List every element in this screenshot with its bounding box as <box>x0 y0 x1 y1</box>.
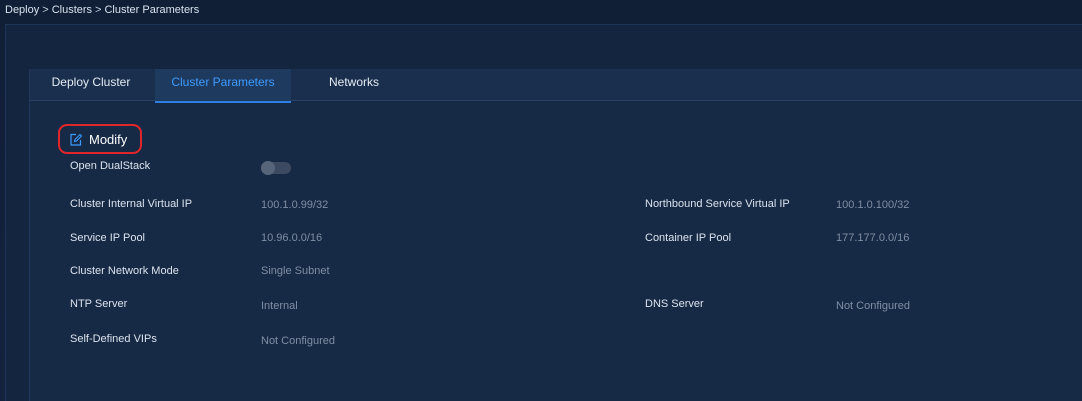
service-ip-pool-value: 10.96.0.0/16 <box>261 232 323 244</box>
northbound-vip-label: Northbound Service Virtual IP <box>645 198 790 210</box>
container-ip-pool-value: 177.177.0.0/16 <box>836 232 910 244</box>
cluster-panel: Deploy Cluster Cluster Parameters Networ… <box>29 69 1082 401</box>
self-defined-vips-value: Not Configured <box>261 335 335 347</box>
modify-button-label: Modify <box>89 132 128 147</box>
open-dualstack-toggle[interactable] <box>261 161 291 175</box>
service-ip-pool-label: Service IP Pool <box>70 232 146 244</box>
modify-button[interactable]: Modify <box>58 124 142 154</box>
open-dualstack-label: Open DualStack <box>70 160 151 172</box>
breadcrumb-separator: > <box>42 4 49 16</box>
dns-server-label: DNS Server <box>645 298 704 310</box>
tab-cluster-parameters[interactable]: Cluster Parameters <box>155 69 291 103</box>
breadcrumb-item-cluster-parameters: Cluster Parameters <box>104 4 200 16</box>
network-mode-value: Single Subnet <box>261 265 330 277</box>
breadcrumb-item-deploy[interactable]: Deploy <box>5 4 39 16</box>
tab-networks[interactable]: Networks <box>314 69 394 100</box>
page: Deploy > Clusters > Cluster Parameters Deplo… <box>0 0 1082 401</box>
northbound-vip-value: 100.1.0.100/32 <box>836 199 910 211</box>
container-ip-pool-label: Container IP Pool <box>645 232 732 244</box>
cluster-internal-vip-label: Cluster Internal Virtual IP <box>70 198 193 210</box>
ntp-server-value: Internal <box>261 300 298 312</box>
breadcrumb-separator: > <box>95 4 102 16</box>
tab-deploy-cluster[interactable]: Deploy Cluster <box>42 69 140 100</box>
dns-server-value: Not Configured <box>836 300 910 312</box>
ntp-server-label: NTP Server <box>70 298 128 310</box>
cluster-internal-vip-value: 100.1.0.99/32 <box>261 199 329 211</box>
network-mode-label: Cluster Network Mode <box>70 265 179 277</box>
breadcrumb-item-clusters[interactable]: Clusters <box>52 4 92 16</box>
edit-icon <box>70 133 82 146</box>
tab-bar: Deploy Cluster Cluster Parameters Networ… <box>30 69 1082 103</box>
breadcrumb: Deploy > Clusters > Cluster Parameters <box>5 4 199 16</box>
self-defined-vips-label: Self-Defined VIPs <box>70 333 157 345</box>
toggle-knob <box>261 161 275 175</box>
